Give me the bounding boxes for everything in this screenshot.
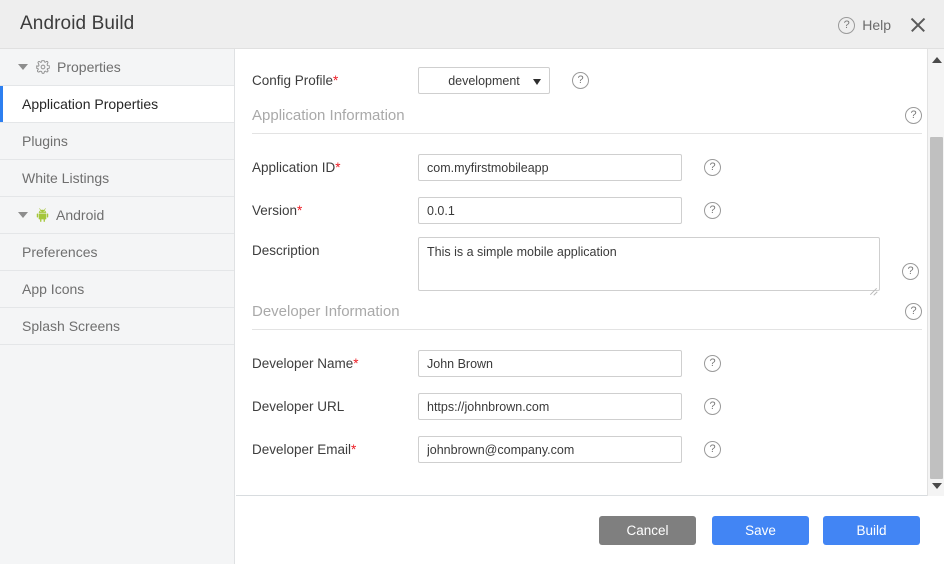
sidebar-item-splash-screens[interactable]: Splash Screens: [0, 308, 234, 345]
sidebar-item-plugins[interactable]: Plugins: [0, 123, 234, 160]
question-circle-icon[interactable]: ?: [704, 202, 721, 219]
question-circle-icon[interactable]: ?: [572, 72, 589, 89]
android-build-dialog: Android Build ? Help Properties Applicat…: [0, 0, 944, 564]
question-circle-icon: ?: [838, 17, 855, 34]
question-circle-icon[interactable]: ?: [704, 159, 721, 176]
field-config-profile: Config Profile* development ?: [252, 67, 589, 94]
required-marker: *: [335, 160, 340, 175]
field-version: Version* ?: [252, 197, 721, 224]
save-button[interactable]: Save: [712, 516, 809, 545]
question-circle-icon[interactable]: ?: [704, 398, 721, 415]
config-profile-value: development: [448, 74, 520, 88]
close-icon[interactable]: [906, 13, 930, 37]
form-panel: Config Profile* development ? Applicatio…: [236, 49, 944, 496]
config-profile-select[interactable]: development: [418, 67, 550, 94]
sidebar-item-label: White Listings: [22, 170, 109, 186]
sidebar-group-label: Properties: [57, 59, 121, 75]
question-circle-icon[interactable]: ?: [905, 303, 922, 320]
sidebar-item-preferences[interactable]: Preferences: [0, 234, 234, 271]
required-marker: *: [351, 442, 356, 457]
field-application-id: Application ID* ?: [252, 154, 721, 181]
description-textarea[interactable]: This is a simple mobile application: [418, 237, 880, 291]
sidebar-item-application-properties[interactable]: Application Properties: [0, 86, 234, 123]
description-label: Description: [252, 237, 418, 258]
header-actions: ? Help: [838, 13, 930, 37]
scroll-down-button[interactable]: [928, 477, 944, 494]
developer-email-input[interactable]: [418, 436, 682, 463]
chevron-down-icon: [533, 79, 541, 85]
sidebar-item-app-icons[interactable]: App Icons: [0, 271, 234, 308]
sidebar-group-properties[interactable]: Properties: [0, 49, 234, 86]
help-label: Help: [862, 17, 891, 33]
build-button[interactable]: Build: [823, 516, 920, 545]
sidebar-item-label: Plugins: [22, 133, 68, 149]
dialog-footer: Cancel Save Build: [236, 497, 944, 564]
sidebar: Properties Application Properties Plugin…: [0, 49, 235, 564]
sidebar-group-label: Android: [56, 207, 104, 223]
title-bar: Android Build ? Help: [0, 0, 944, 49]
sidebar-item-label: Preferences: [22, 244, 97, 260]
question-circle-icon[interactable]: ?: [902, 263, 919, 280]
developer-url-label: Developer URL: [252, 399, 418, 414]
question-circle-icon[interactable]: ?: [704, 355, 721, 372]
sidebar-item-label: Application Properties: [22, 96, 158, 112]
section-developer-information: Developer Information ?: [252, 303, 922, 330]
application-id-label: Application ID*: [252, 160, 418, 175]
developer-url-input[interactable]: [418, 393, 682, 420]
caret-up-icon: [932, 57, 942, 63]
page-title: Android Build: [20, 13, 134, 35]
chevron-down-icon: [18, 212, 28, 218]
required-marker: *: [353, 356, 358, 371]
required-marker: *: [297, 203, 302, 218]
developer-name-input[interactable]: [418, 350, 682, 377]
developer-email-label: Developer Email*: [252, 442, 418, 457]
sidebar-item-label: Splash Screens: [22, 318, 120, 334]
field-developer-name: Developer Name* ?: [252, 350, 721, 377]
question-circle-icon[interactable]: ?: [905, 107, 922, 124]
sidebar-group-android[interactable]: Android: [0, 197, 234, 234]
developer-name-label: Developer Name*: [252, 356, 418, 371]
section-application-information: Application Information ?: [252, 107, 922, 134]
scroll-up-button[interactable]: [928, 51, 944, 68]
description-wrapper: This is a simple mobile application: [418, 237, 880, 296]
scrollbar-thumb[interactable]: [930, 137, 943, 479]
field-developer-email: Developer Email* ?: [252, 436, 721, 463]
cancel-button[interactable]: Cancel: [599, 516, 696, 545]
android-icon: [36, 208, 49, 222]
application-id-input[interactable]: [418, 154, 682, 181]
section-title: Developer Information: [252, 303, 400, 320]
version-label: Version*: [252, 203, 418, 218]
sidebar-item-white-listings[interactable]: White Listings: [0, 160, 234, 197]
version-input[interactable]: [418, 197, 682, 224]
help-button[interactable]: ? Help: [838, 17, 891, 34]
section-title: Application Information: [252, 107, 405, 124]
field-developer-url: Developer URL ?: [252, 393, 721, 420]
question-circle-icon[interactable]: ?: [704, 441, 721, 458]
config-profile-label: Config Profile*: [252, 73, 418, 88]
gear-icon: [36, 60, 50, 74]
sidebar-item-label: App Icons: [22, 281, 84, 297]
caret-down-icon: [932, 483, 942, 489]
vertical-scrollbar[interactable]: [927, 49, 944, 496]
chevron-down-icon: [18, 64, 28, 70]
field-description: Description This is a simple mobile appl…: [252, 237, 919, 296]
required-marker: *: [333, 73, 338, 88]
